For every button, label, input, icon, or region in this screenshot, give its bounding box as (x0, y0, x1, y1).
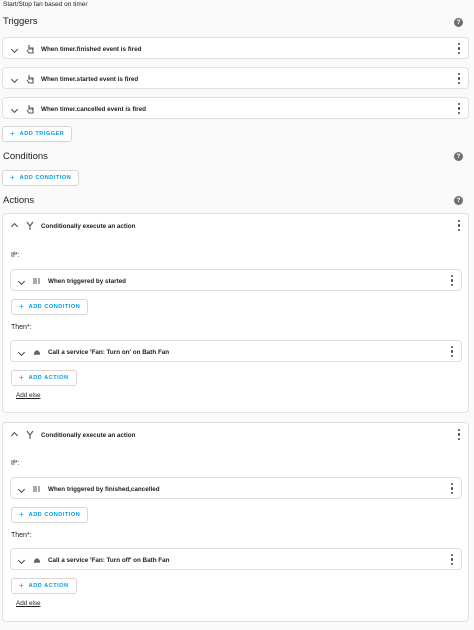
chevron-down-icon[interactable] (9, 104, 19, 114)
more-options-icon[interactable] (456, 73, 462, 84)
trigger-card-1[interactable]: When timer.finished event is fired (2, 37, 469, 59)
more-options-icon[interactable] (456, 43, 462, 54)
hand-icon (25, 104, 35, 114)
action-card-2: Conditionally execute an action If*: Whe… (2, 422, 469, 622)
chevron-down-icon[interactable] (9, 74, 19, 84)
hand-icon (25, 74, 35, 84)
then-label: Then*: (11, 324, 32, 331)
add-condition-button[interactable]: + ADD CONDITION (11, 507, 89, 523)
condition-label: When triggered by started (48, 277, 127, 285)
actions-heading: Actions (3, 195, 35, 206)
triggers-heading: Triggers (3, 16, 38, 27)
trigger-condition-icon (32, 484, 42, 494)
actions-help-icon[interactable]: ? (454, 196, 463, 205)
trigger-label: When timer.started event is fired (41, 75, 139, 83)
service-label: Call a service 'Fan: Turn on' on Bath Fa… (48, 348, 170, 356)
more-options-icon[interactable] (449, 275, 455, 286)
if-label: If*: (11, 252, 20, 259)
plus-icon: + (10, 129, 15, 138)
chevron-down-icon[interactable] (16, 555, 26, 565)
triggers-help-icon[interactable]: ? (454, 18, 463, 27)
more-options-icon[interactable] (456, 103, 462, 114)
conditions-heading: Conditions (3, 151, 48, 162)
chevron-up-icon[interactable] (9, 430, 19, 440)
chevron-down-icon[interactable] (16, 347, 26, 357)
condition-card[interactable]: When triggered by finished,cancelled (10, 477, 462, 499)
chevron-up-icon[interactable] (9, 221, 19, 231)
branch-icon (25, 221, 35, 231)
service-icon (32, 555, 42, 565)
service-action-card[interactable]: Call a service 'Fan: Turn off' on Bath F… (10, 548, 462, 570)
add-action-button[interactable]: + ADD ACTION (11, 578, 77, 594)
more-options-icon[interactable] (449, 554, 455, 565)
branch-icon (25, 430, 35, 440)
service-action-card[interactable]: Call a service 'Fan: Turn on' on Bath Fa… (10, 340, 462, 362)
page-title: Start/Stop fan based on timer (3, 1, 88, 8)
more-options-icon[interactable] (449, 483, 455, 494)
add-else-link[interactable]: Add else (16, 392, 41, 399)
conditions-help-icon[interactable]: ? (454, 152, 463, 161)
more-options-icon[interactable] (456, 429, 462, 440)
trigger-card-2[interactable]: When timer.started event is fired (2, 67, 469, 89)
if-label: If*: (11, 460, 20, 467)
trigger-card-3[interactable]: When timer.cancelled event is fired (2, 97, 469, 119)
condition-label: When triggered by finished,cancelled (48, 485, 160, 493)
action-label: Conditionally execute an action (41, 222, 136, 230)
plus-icon: + (19, 510, 24, 519)
add-condition-button[interactable]: + ADD CONDITION (11, 299, 89, 315)
condition-card[interactable]: When triggered by started (10, 269, 462, 291)
more-options-icon[interactable] (449, 346, 455, 357)
plus-icon: + (19, 302, 24, 311)
add-trigger-button[interactable]: + ADD TRIGGER (2, 126, 73, 142)
trigger-label: When timer.finished event is fired (41, 45, 142, 53)
trigger-label: When timer.cancelled event is fired (41, 105, 146, 113)
hand-icon (25, 44, 35, 54)
more-options-icon[interactable] (456, 220, 462, 231)
chevron-down-icon[interactable] (16, 484, 26, 494)
plus-icon: + (10, 173, 15, 182)
add-action-button[interactable]: + ADD ACTION (11, 370, 77, 386)
service-icon (32, 347, 42, 357)
chevron-down-icon[interactable] (16, 276, 26, 286)
add-condition-button[interactable]: + ADD CONDITION (2, 170, 80, 186)
then-label: Then*: (11, 532, 32, 539)
service-label: Call a service 'Fan: Turn off' on Bath F… (48, 556, 170, 564)
action-card-1: Conditionally execute an action If*: Whe… (2, 213, 469, 413)
action-label: Conditionally execute an action (41, 431, 136, 439)
chevron-down-icon[interactable] (9, 44, 19, 54)
add-else-link[interactable]: Add else (16, 600, 41, 607)
trigger-condition-icon (32, 276, 42, 286)
plus-icon: + (19, 581, 24, 590)
plus-icon: + (19, 373, 24, 382)
